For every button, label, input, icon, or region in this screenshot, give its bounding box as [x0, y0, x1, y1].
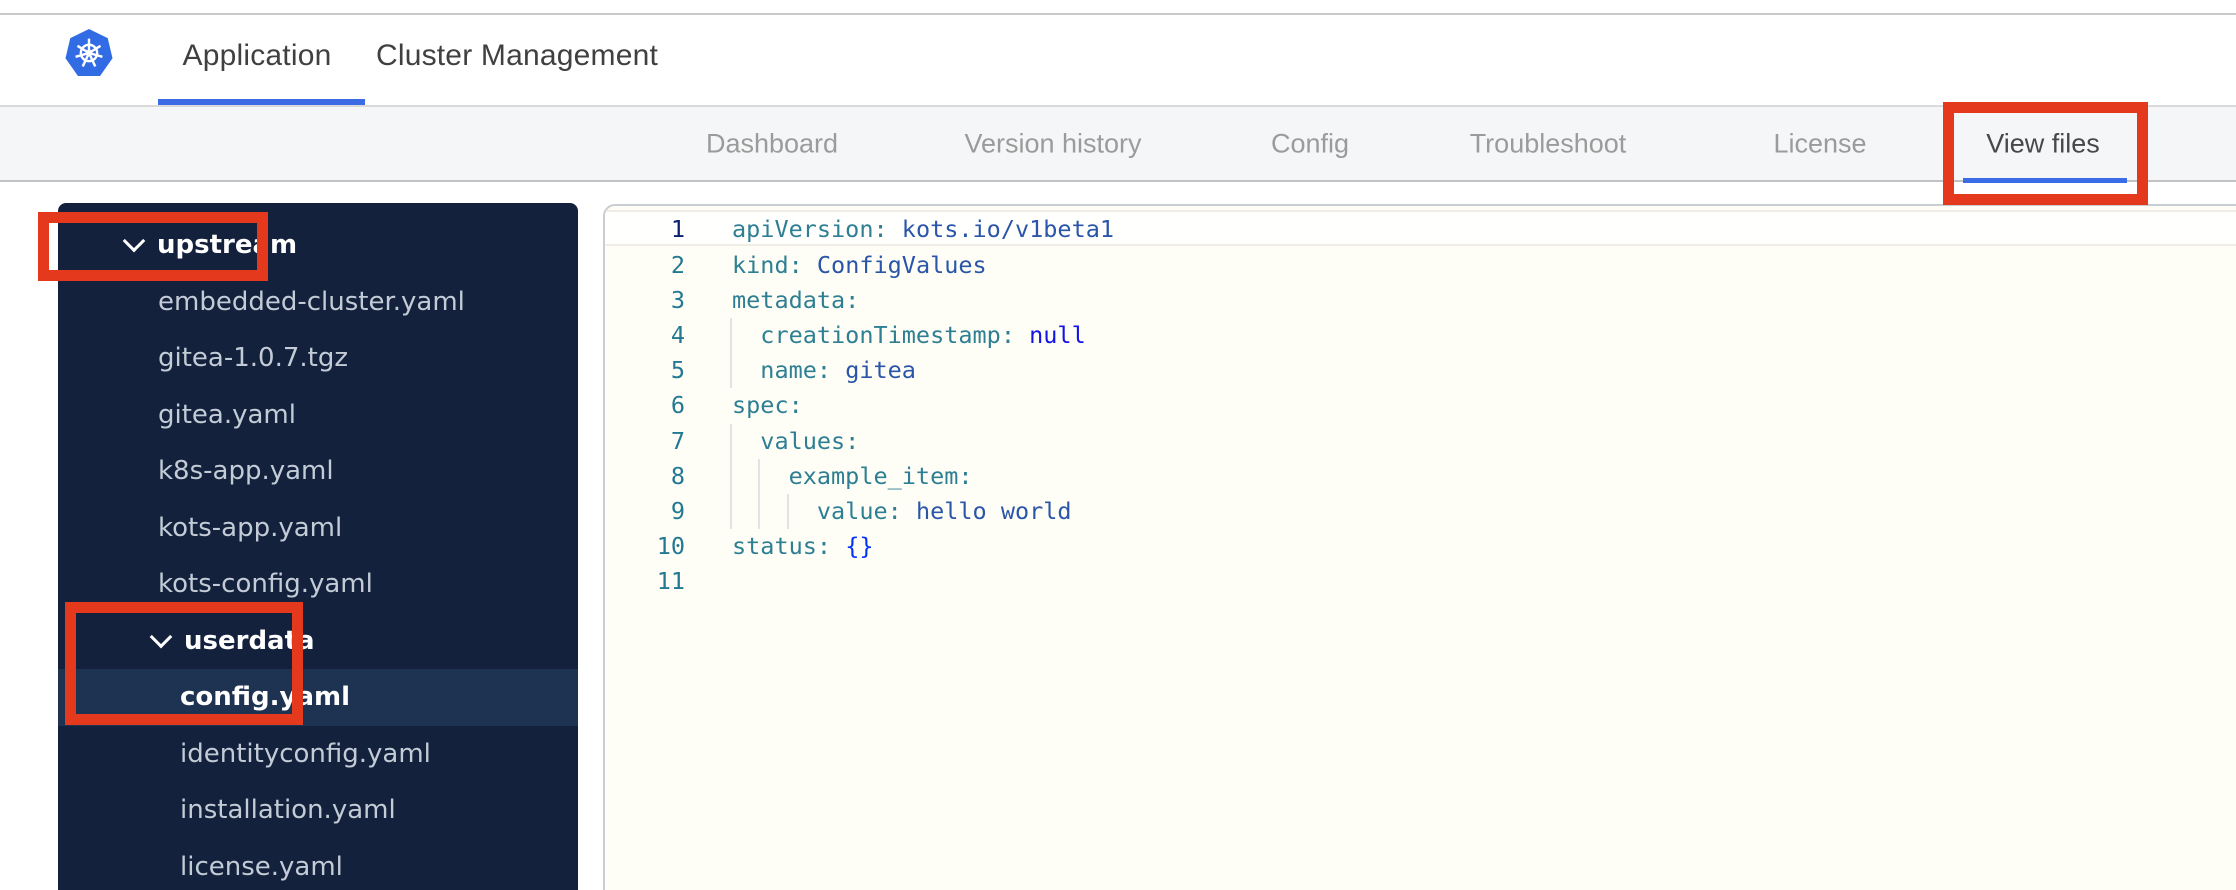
- app-subnav: Dashboard Version history Config Trouble…: [0, 105, 2236, 182]
- code-line-11: 11: [605, 564, 2236, 599]
- line-content: kind: ConfigValues: [732, 250, 987, 279]
- line-content: creationTimestamp: null: [732, 321, 1086, 349]
- tree-file-k8s-app[interactable]: k8s-app.yaml: [58, 443, 578, 500]
- tree-file-label: kots-config.yaml: [158, 569, 373, 600]
- tree-file-gitea-tgz[interactable]: gitea-1.0.7.tgz: [58, 330, 578, 387]
- tree-file-label: identityconfig.yaml: [180, 738, 431, 769]
- tree-file-installation[interactable]: installation.yaml: [58, 782, 578, 839]
- code-line-5: 5 name: gitea: [605, 353, 2236, 388]
- yaml-file-editor[interactable]: 1 apiVersion: kots.io/v1beta1 2 kind: Confi…: [603, 204, 2236, 890]
- line-number: 2: [670, 250, 685, 279]
- code-line-4: 4 creationTimestamp: null: [605, 318, 2236, 353]
- tree-file-label: embedded-cluster.yaml: [158, 286, 465, 317]
- code-line-3: 3 metadata:: [605, 283, 2236, 318]
- tree-file-label: installation.yaml: [180, 795, 396, 826]
- line-content: metadata:: [732, 285, 860, 314]
- code-line-7: 7 values:: [605, 424, 2236, 459]
- line-content: values:: [732, 426, 860, 455]
- tab-cluster-management[interactable]: Cluster Management: [376, 39, 658, 73]
- tree-folder-userdata[interactable]: userdata: [58, 613, 578, 670]
- tree-folder-label: upstream: [157, 230, 298, 261]
- tree-folder-upstream[interactable]: upstream: [58, 217, 578, 274]
- line-number: 6: [670, 391, 685, 420]
- tree-file-gitea-yaml[interactable]: gitea.yaml: [58, 387, 578, 444]
- kots-admin-console: Application Cluster Management Dashboard…: [0, 0, 2236, 890]
- line-number: 1: [670, 215, 685, 244]
- line-content: status: {}: [732, 532, 874, 561]
- file-tree-sidebar: upstream embedded-cluster.yaml gitea-1.0…: [58, 203, 578, 890]
- line-number: 8: [670, 461, 685, 490]
- tab-troubleshoot[interactable]: Troubleshoot: [1470, 128, 1627, 159]
- tab-view-files[interactable]: View files: [1986, 128, 2100, 159]
- tab-dashboard[interactable]: Dashboard: [706, 128, 838, 159]
- chevron-down-icon: [122, 229, 146, 253]
- line-number: 10: [656, 532, 685, 561]
- line-number: 7: [670, 426, 685, 455]
- tab-license[interactable]: License: [1773, 128, 1866, 159]
- header: Application Cluster Management: [0, 15, 2236, 105]
- tab-application[interactable]: Application: [183, 39, 332, 73]
- tree-file-kots-config[interactable]: kots-config.yaml: [58, 556, 578, 613]
- tree-file-label: k8s-app.yaml: [158, 456, 334, 487]
- tab-version-history[interactable]: Version history: [964, 128, 1141, 159]
- code-lines: 1 apiVersion: kots.io/v1beta1 2 kind: Confi…: [605, 212, 2236, 599]
- code-line-8: 8 example_item:: [605, 459, 2236, 494]
- view-files-active-underline: [1963, 178, 2127, 183]
- code-line-10: 10 status: {}: [605, 529, 2236, 564]
- tree-file-identityconfig[interactable]: identityconfig.yaml: [58, 726, 578, 783]
- tree-file-label: kots-app.yaml: [158, 512, 343, 543]
- tree-file-kots-app[interactable]: kots-app.yaml: [58, 500, 578, 557]
- chevron-down-icon: [149, 625, 173, 649]
- tree-file-config-yaml-selected[interactable]: config.yaml: [58, 669, 578, 726]
- tree-file-label: gitea.yaml: [158, 399, 296, 430]
- line-number: 5: [670, 356, 685, 385]
- code-line-6: 6 spec:: [605, 388, 2236, 423]
- tab-config[interactable]: Config: [1271, 128, 1349, 159]
- code-line-2: 2 kind: ConfigValues: [605, 248, 2236, 283]
- kubernetes-logo-icon[interactable]: [65, 28, 113, 78]
- line-number: 11: [656, 567, 685, 596]
- line-content: value: hello world: [732, 497, 1072, 526]
- line-content: spec:: [732, 391, 803, 420]
- line-number: 4: [670, 321, 685, 349]
- tree-folder-label: userdata: [184, 625, 315, 656]
- tree-file-license[interactable]: license.yaml: [58, 839, 578, 890]
- line-content: apiVersion: kots.io/v1beta1: [732, 215, 1115, 244]
- tree-file-label: config.yaml: [180, 682, 351, 713]
- line-content: name: gitea: [732, 356, 916, 385]
- tree-file-embedded-cluster[interactable]: embedded-cluster.yaml: [58, 274, 578, 331]
- tree-file-label: license.yaml: [180, 851, 343, 882]
- line-content: example_item:: [732, 461, 973, 490]
- code-line-9: 9 value: hello world: [605, 494, 2236, 529]
- tree-file-label: gitea-1.0.7.tgz: [158, 343, 348, 374]
- line-number: 3: [670, 285, 685, 314]
- code-line-1: 1 apiVersion: kots.io/v1beta1: [605, 212, 2236, 247]
- line-number: 9: [670, 497, 685, 526]
